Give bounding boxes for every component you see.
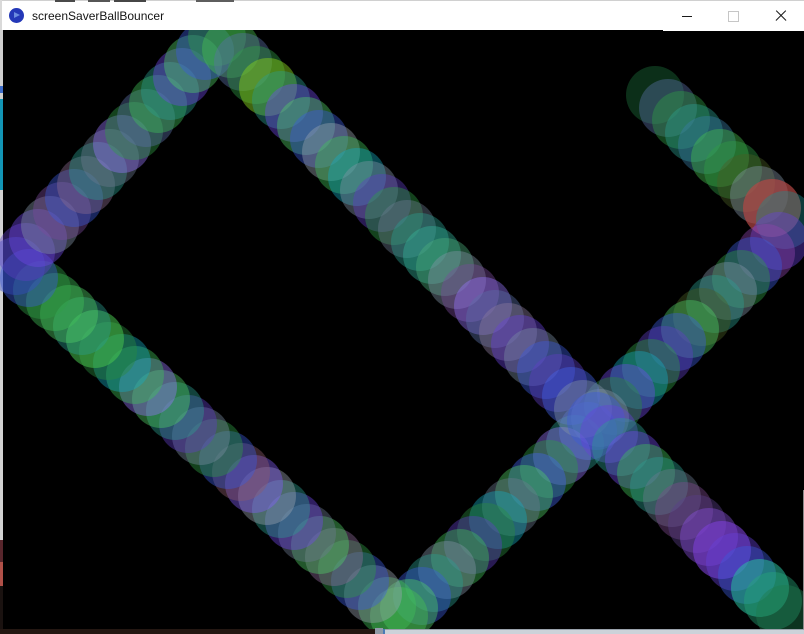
sliver-rect xyxy=(0,629,377,634)
window-title: screenSaverBallBouncer xyxy=(32,9,164,23)
app-icon[interactable] xyxy=(9,8,24,23)
close-icon xyxy=(775,10,787,22)
minimize-button[interactable] xyxy=(663,1,710,31)
window-controls xyxy=(663,1,804,31)
screensaver-canvas xyxy=(0,30,804,629)
ball-trails xyxy=(0,30,804,629)
maximize-button[interactable] xyxy=(710,1,757,31)
maximize-icon xyxy=(728,11,739,22)
sliver-rect xyxy=(385,629,804,634)
sliver-rect xyxy=(383,629,385,634)
close-button[interactable] xyxy=(757,1,804,31)
sliver-rect xyxy=(385,629,804,630)
minimize-icon xyxy=(682,16,692,17)
titlebar[interactable]: screenSaverBallBouncer xyxy=(0,0,804,30)
app-window: screenSaverBallBouncer xyxy=(0,0,804,634)
